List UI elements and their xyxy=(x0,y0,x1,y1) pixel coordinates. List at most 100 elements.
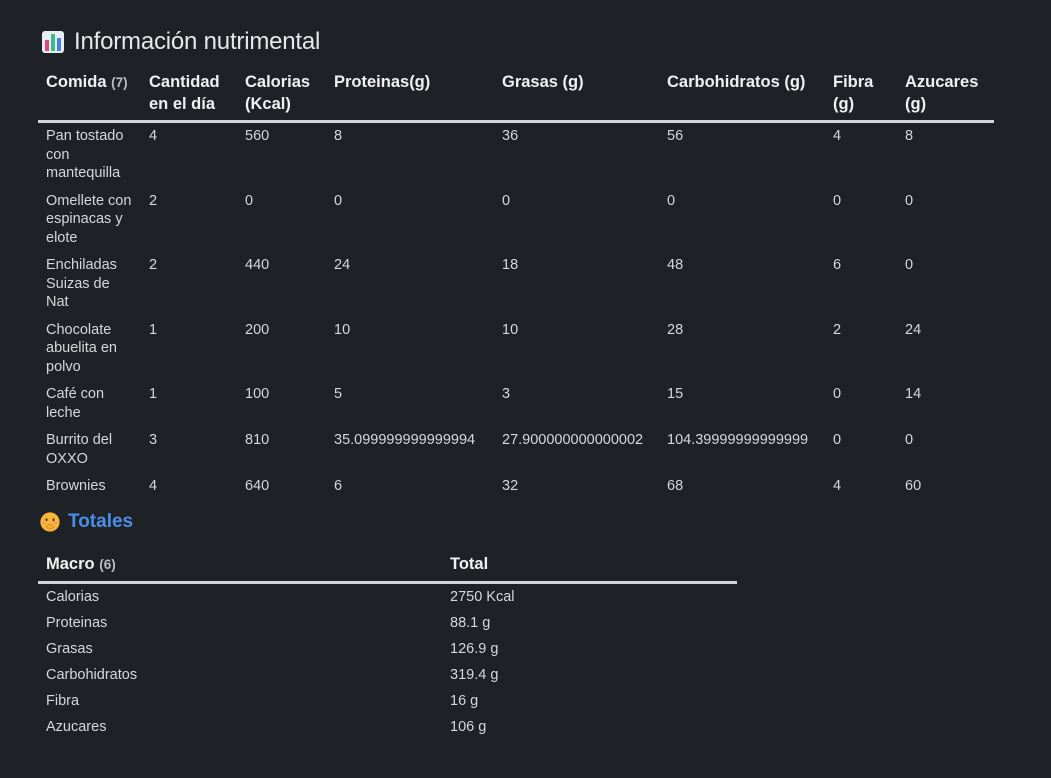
cell-calorias: 0 xyxy=(245,192,254,209)
cell-macro: Proteinas xyxy=(46,614,108,631)
cell-comida: Burrito del OXXO xyxy=(46,432,113,467)
bar-chart-icon xyxy=(42,31,64,53)
table-row: Carbohidratos 319.4 g xyxy=(38,662,737,688)
cell-proteinas: 5 xyxy=(334,386,343,402)
totals-heading-text: Totales xyxy=(68,510,134,532)
cell-grasas: 27.900000000000002 xyxy=(502,432,644,448)
cell-fibra: 0 xyxy=(833,432,842,448)
food-table-body: Pan tostado con mantequilla 4 560 8 36 5… xyxy=(38,122,994,501)
cell-fibra: 0 xyxy=(833,192,842,209)
column-header-azucares[interactable]: Azucares (g) xyxy=(897,69,994,122)
cell-total: 106 g xyxy=(450,718,487,735)
cell-cantidad: 3 xyxy=(149,432,158,448)
cell-azucares: 8 xyxy=(905,128,914,144)
cell-cantidad: 4 xyxy=(149,478,158,494)
cell-carbohidratos: 0 xyxy=(667,192,676,209)
cell-calorias: 640 xyxy=(245,478,270,494)
totals-table: Macro (6) Total Calorias 2750 Kcal Prote… xyxy=(38,551,737,740)
cell-grasas: 3 xyxy=(502,386,511,402)
cell-cantidad: 1 xyxy=(149,321,158,338)
cell-macro: Carbohidratos xyxy=(46,666,138,683)
cell-total: 88.1 g xyxy=(450,614,491,631)
cell-azucares: 60 xyxy=(905,478,922,494)
cell-comida: Brownies xyxy=(46,478,106,494)
column-header-fibra[interactable]: Fibra (g) xyxy=(825,69,897,122)
cell-proteinas: 8 xyxy=(334,128,343,144)
page-title: Información nutrimental xyxy=(38,27,1051,57)
note-page: Información nutrimental Comida (7) Canti… xyxy=(0,0,1051,778)
cell-azucares: 0 xyxy=(905,192,914,209)
cell-azucares: 14 xyxy=(905,386,922,402)
cell-macro: Fibra xyxy=(46,692,80,709)
column-header-grasas[interactable]: Grasas (g) xyxy=(494,69,659,122)
cell-macro: Azucares xyxy=(46,718,107,735)
cell-carbohidratos: 104.39999999999999 xyxy=(667,432,809,448)
cell-proteinas: 10 xyxy=(334,321,351,338)
cell-total: 126.9 g xyxy=(450,640,499,657)
cell-macro: Grasas xyxy=(46,640,93,657)
cell-grasas: 10 xyxy=(502,321,519,338)
column-header-comida[interactable]: Comida (7) xyxy=(38,69,141,122)
table-row: Enchiladas Suizas de Nat 2 440 24 18 48 … xyxy=(38,252,994,317)
cell-proteinas: 0 xyxy=(334,192,343,209)
cell-comida: Café con leche xyxy=(46,386,105,421)
column-header-proteinas[interactable]: Proteinas(g) xyxy=(326,69,494,122)
cell-grasas: 18 xyxy=(502,257,519,273)
cell-fibra: 4 xyxy=(833,478,842,494)
cell-cantidad: 2 xyxy=(149,257,158,273)
table-row: Burrito del OXXO 3 810 35.09999999999999… xyxy=(38,427,994,473)
column-header-macro[interactable]: Macro (6) xyxy=(38,551,442,583)
table-row: Proteinas 88.1 g xyxy=(38,610,737,636)
cell-comida: Pan tostado con mantequilla xyxy=(46,128,124,181)
cell-carbohidratos: 48 xyxy=(667,257,684,273)
column-header-carbohidratos[interactable]: Carbohidratos (g) xyxy=(659,69,825,122)
column-header-comida-label: Comida xyxy=(46,73,107,91)
row-count-badge: (7) xyxy=(111,75,128,90)
face-with-hand-over-mouth-icon xyxy=(40,511,60,532)
cell-proteinas: 6 xyxy=(334,478,343,494)
cell-cantidad: 1 xyxy=(149,386,158,402)
cell-fibra: 2 xyxy=(833,321,842,338)
table-row: Fibra 16 g xyxy=(38,688,737,714)
cell-calorias: 810 xyxy=(245,432,270,448)
cell-cantidad: 4 xyxy=(149,128,158,144)
cell-fibra: 0 xyxy=(833,386,842,402)
cell-total: 16 g xyxy=(450,692,479,709)
cell-total: 2750 Kcal xyxy=(450,588,515,605)
table-row: Pan tostado con mantequilla 4 560 8 36 5… xyxy=(38,122,994,188)
cell-comida: Enchiladas Suizas de Nat xyxy=(46,257,117,310)
table-row: Grasas 126.9 g xyxy=(38,636,737,662)
table-row: Omellete con espinacas y elote 2 0 0 0 0… xyxy=(38,188,994,253)
cell-azucares: 0 xyxy=(905,257,914,273)
cell-fibra: 6 xyxy=(833,257,842,273)
cell-proteinas: 24 xyxy=(334,257,351,273)
cell-comida: Omellete con espinacas y elote xyxy=(46,192,132,246)
cell-fibra: 4 xyxy=(833,128,842,144)
cell-calorias: 440 xyxy=(245,257,270,273)
cell-calorias: 200 xyxy=(245,321,270,338)
cell-calorias: 560 xyxy=(245,128,270,144)
cell-grasas: 36 xyxy=(502,128,519,144)
food-table-header: Comida (7) Cantidad en el día Calorias (… xyxy=(38,69,994,122)
cell-carbohidratos: 56 xyxy=(667,128,684,144)
cell-grasas: 0 xyxy=(502,192,511,209)
cell-carbohidratos: 15 xyxy=(667,386,684,402)
table-row: Chocolate abuelita en polvo 1 200 10 10 … xyxy=(38,317,994,382)
cell-azucares: 0 xyxy=(905,432,914,448)
totals-table-body: Calorias 2750 Kcal Proteinas 88.1 g Gras… xyxy=(38,582,737,740)
column-header-macro-label: Macro xyxy=(46,554,95,573)
cell-macro: Calorias xyxy=(46,588,100,605)
column-header-cantidad[interactable]: Cantidad en el día xyxy=(141,69,237,122)
column-header-total[interactable]: Total xyxy=(442,551,737,583)
cell-proteinas: 35.099999999999994 xyxy=(334,432,476,448)
table-row: Brownies 4 640 6 32 68 4 60 xyxy=(38,473,994,501)
column-header-calorias[interactable]: Calorias (Kcal) xyxy=(237,69,326,122)
table-row: Calorias 2750 Kcal xyxy=(38,582,737,610)
cell-grasas: 32 xyxy=(502,478,519,494)
cell-calorias: 100 xyxy=(245,386,270,402)
totals-table-header: Macro (6) Total xyxy=(38,551,737,583)
page-title-text: Información nutrimental xyxy=(74,28,321,55)
cell-comida: Chocolate abuelita en polvo xyxy=(46,321,117,375)
cell-total: 319.4 g xyxy=(450,666,499,683)
totals-heading: Totales xyxy=(38,507,1051,537)
